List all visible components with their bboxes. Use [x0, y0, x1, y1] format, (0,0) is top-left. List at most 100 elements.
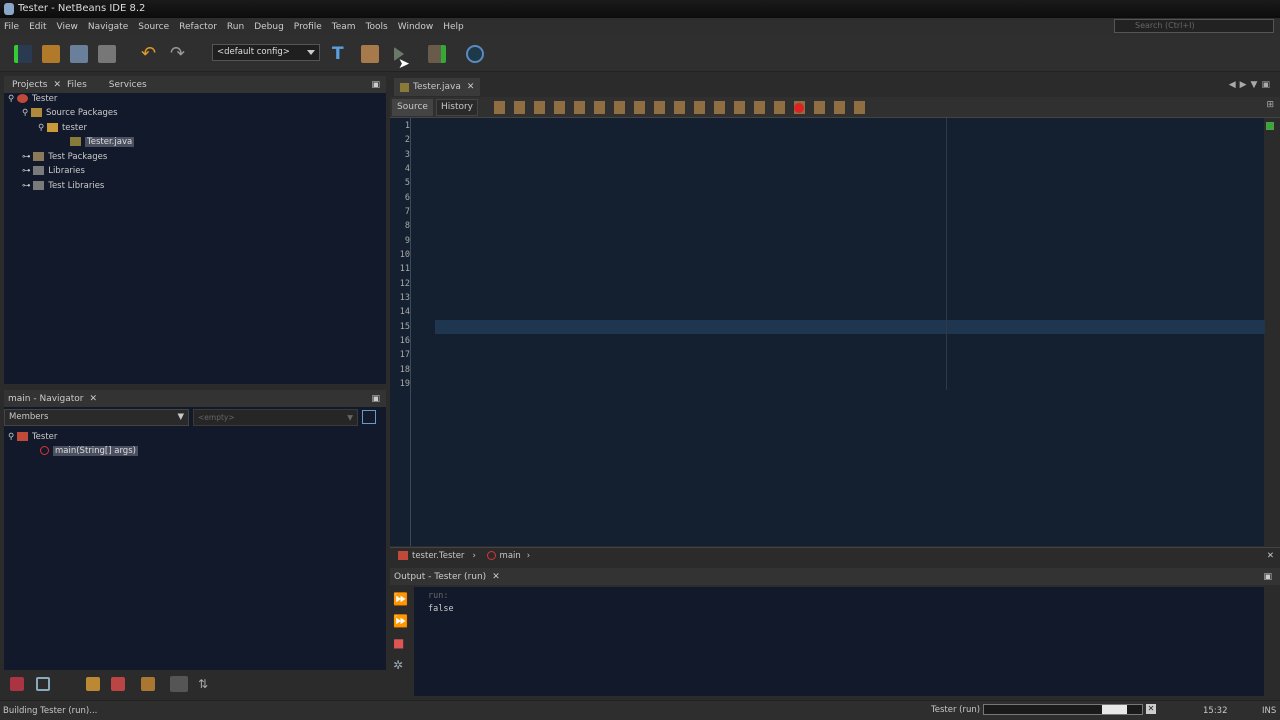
expand-icon[interactable]: ⚲: [38, 123, 47, 133]
expand-icon[interactable]: ⚲: [22, 108, 31, 118]
source-tab[interactable]: Source: [392, 99, 433, 116]
clean-build-icon[interactable]: [361, 45, 379, 63]
line-number: 11: [399, 264, 410, 274]
nav-item-tester[interactable]: ⚲ Tester: [8, 432, 57, 442]
tab-label: Tester.java: [413, 82, 461, 92]
menu-refactor[interactable]: Refactor: [179, 22, 217, 32]
stop-icon[interactable]: ■: [393, 632, 408, 654]
tab-projects[interactable]: Projects: [12, 80, 47, 90]
breadcrumb-class[interactable]: tester.Tester: [412, 551, 464, 561]
menu-window[interactable]: Window: [398, 22, 434, 32]
redo-icon[interactable]: ↷: [170, 45, 188, 63]
rerun-icon[interactable]: ⏩: [393, 588, 408, 610]
minimize-icon[interactable]: ▣: [1263, 572, 1272, 582]
tree-item-tester[interactable]: ⚲ Tester: [8, 94, 57, 104]
menu-source[interactable]: Source: [138, 22, 169, 32]
tool-icon[interactable]: [36, 677, 50, 691]
menu-profile[interactable]: Profile: [294, 22, 322, 32]
navigator-title: main - Navigator: [8, 393, 84, 404]
rerun-with-params-icon[interactable]: ⏩: [393, 610, 408, 632]
menu-edit[interactable]: Edit: [29, 22, 46, 32]
tree-label: main(String[] args): [53, 446, 138, 456]
nav-options-icon[interactable]: [362, 410, 376, 424]
search-input[interactable]: Search (Ctrl+I): [1114, 19, 1274, 33]
expand-icon[interactable]: ⚲: [8, 432, 17, 442]
close-icon[interactable]: ✕: [90, 394, 98, 404]
menu-debug[interactable]: Debug: [254, 22, 284, 32]
editor-action-icons[interactable]: [494, 101, 874, 114]
line-number: 6: [404, 193, 410, 203]
split-icon[interactable]: ⊞: [1266, 100, 1274, 110]
menu-team[interactable]: Team: [332, 22, 356, 32]
tool-icon[interactable]: [10, 677, 24, 691]
projects-panel: Projects ✕ Files Services ▣ ⚲ Tester ⚲ So…: [4, 76, 386, 384]
library-icon: [33, 166, 45, 175]
line-number: 17: [399, 350, 410, 360]
new-file-icon[interactable]: [14, 45, 32, 63]
tree-item-libraries[interactable]: ⊶ Libraries: [22, 166, 85, 176]
status-bar: Building Tester (run)... Tester (run) ✕ …: [0, 700, 1280, 720]
progress-bar: [983, 704, 1143, 715]
menu-view[interactable]: View: [57, 22, 78, 32]
tree-item-test-packages[interactable]: ⊶ Test Packages: [22, 152, 107, 162]
line-number: 12: [399, 279, 410, 289]
debug-icon[interactable]: [428, 45, 446, 63]
menu-run[interactable]: Run: [227, 22, 244, 32]
tree-item-source-packages[interactable]: ⚲ Source Packages: [22, 108, 118, 118]
close-icon[interactable]: ✕: [492, 572, 500, 582]
tool-icon[interactable]: [111, 677, 125, 691]
menu-tools[interactable]: Tools: [366, 22, 388, 32]
navigator-panel: main - Navigator ✕ ▣ Members ▼ <empty> ▼ ⚲ T…: [4, 390, 386, 670]
breadcrumb-method[interactable]: main: [500, 551, 521, 561]
history-tab[interactable]: History: [436, 99, 478, 116]
close-icon[interactable]: ✕: [1267, 548, 1274, 565]
left-toolbar: ⇅: [0, 672, 386, 698]
menu-file[interactable]: File: [4, 22, 19, 32]
open-project-icon[interactable]: [70, 45, 88, 63]
menu-navigate[interactable]: Navigate: [88, 22, 128, 32]
projects-header: Projects ✕ Files Services ▣: [4, 76, 386, 93]
nav-item-main[interactable]: main(String[] args): [40, 446, 138, 456]
record-macro-icon[interactable]: [794, 103, 804, 113]
expand-icon[interactable]: ⊶: [22, 166, 33, 176]
tab-files[interactable]: Files: [67, 80, 87, 90]
tab-nav-icons[interactable]: ◀▶▼▣: [1229, 80, 1274, 90]
members-select[interactable]: Members ▼: [4, 409, 189, 426]
profile-icon[interactable]: [466, 45, 484, 63]
tool-icon[interactable]: [141, 677, 155, 691]
expand-icon[interactable]: ⊶: [22, 152, 33, 162]
minimize-icon[interactable]: ▣: [371, 394, 380, 404]
sort-icon[interactable]: ⇅: [198, 677, 212, 691]
line-number: 14: [399, 307, 410, 317]
close-icon[interactable]: ✕: [467, 78, 475, 96]
close-project-icon[interactable]: [98, 45, 116, 63]
build-icon[interactable]: T: [332, 45, 350, 63]
tool-icon[interactable]: [170, 676, 188, 692]
tree-label: Test Libraries: [48, 181, 105, 191]
clock-time: 15:32: [1203, 706, 1228, 716]
output-console[interactable]: run: false: [414, 587, 1264, 696]
tree-item-test-libraries[interactable]: ⊶ Test Libraries: [22, 181, 104, 191]
menu-bar: File Edit View Navigate Source Refactor Run Deb…: [0, 18, 1280, 36]
expand-icon[interactable]: ⚲: [8, 94, 17, 104]
config-select[interactable]: <default config>: [212, 44, 320, 61]
filter-select[interactable]: <empty> ▼: [193, 409, 358, 426]
line-number: 10: [399, 250, 410, 260]
title-bar: Tester - NetBeans IDE 8.2: [0, 0, 1280, 18]
undo-icon[interactable]: ↶: [141, 45, 159, 63]
line-number: 7: [404, 207, 410, 217]
cancel-task-icon[interactable]: ✕: [1146, 704, 1156, 714]
tree-item-tester-java[interactable]: Tester.java: [70, 137, 135, 147]
tool-icon[interactable]: [86, 677, 100, 691]
new-project-icon[interactable]: [42, 45, 60, 63]
tree-label: Tester.java: [85, 137, 135, 147]
netbeans-icon: [4, 3, 14, 15]
settings-icon[interactable]: ✲: [393, 654, 408, 676]
expand-icon[interactable]: ⊶: [22, 181, 33, 191]
tab-services[interactable]: Services: [109, 80, 147, 90]
minimize-icon[interactable]: ▣: [371, 80, 380, 90]
tab-tester-java[interactable]: Tester.java ✕: [394, 78, 481, 96]
close-icon[interactable]: ✕: [53, 80, 61, 90]
tree-item-package-tester[interactable]: ⚲ tester: [38, 123, 87, 133]
menu-help[interactable]: Help: [443, 22, 464, 32]
